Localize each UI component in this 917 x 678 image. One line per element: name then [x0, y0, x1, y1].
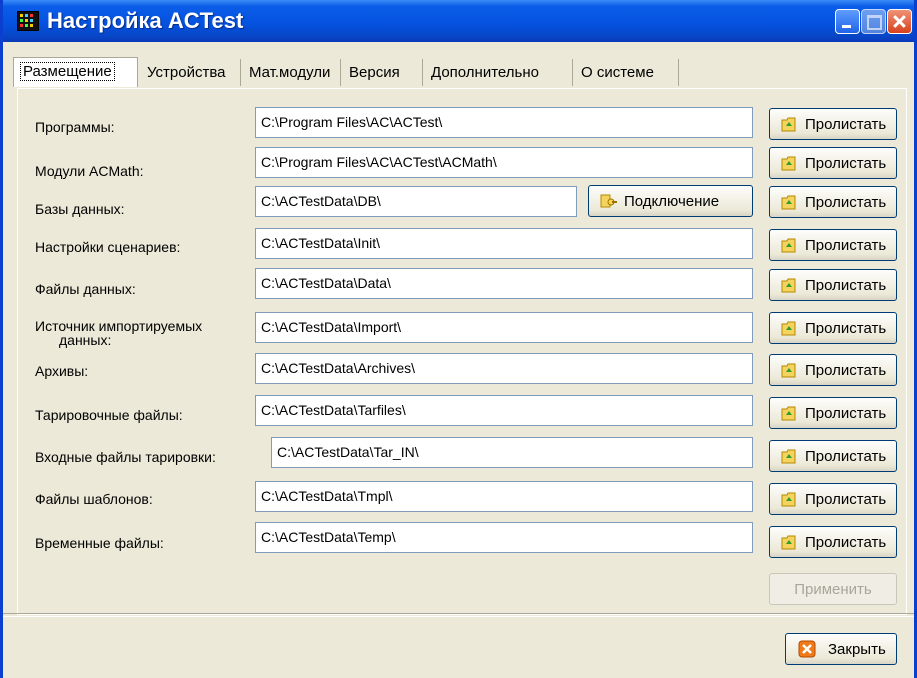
archives-path-field[interactable]: C:\ACTestData\Archives\	[255, 353, 753, 384]
tar-input-label: Входные файлы тарировки:	[35, 449, 216, 465]
programs-label: Программы:	[35, 119, 115, 135]
browse-label: Пролистать	[805, 491, 887, 508]
browse-icon	[780, 276, 798, 294]
browse-label: Пролистать	[805, 320, 887, 337]
temp-files-label: Временные файлы:	[35, 535, 164, 551]
browse-icon	[780, 193, 798, 211]
tab-advanced[interactable]: Дополнительно	[425, 59, 573, 86]
scenarios-browse-button[interactable]: Пролистать	[769, 229, 897, 261]
close-button[interactable]: Закрыть	[785, 633, 897, 665]
import-source-label-line2: данных:	[59, 332, 112, 348]
key-icon	[599, 192, 617, 210]
apply-button[interactable]: Применить	[769, 573, 897, 605]
import-path-field[interactable]: C:\ACTestData\Import\	[255, 312, 753, 343]
import-browse-button[interactable]: Пролистать	[769, 312, 897, 344]
databases-label: Базы данных:	[35, 201, 125, 217]
browse-label: Пролистать	[805, 116, 887, 133]
tar-files-browse-button[interactable]: Пролистать	[769, 397, 897, 429]
browse-icon	[780, 361, 798, 379]
tab-devices[interactable]: Устройства	[141, 59, 241, 86]
temp-files-path-field[interactable]: C:\ACTestData\Temp\	[255, 522, 753, 553]
browse-label: Пролистать	[805, 362, 887, 379]
programs-path-field[interactable]: C:\Program Files\AC\ACTest\	[255, 107, 753, 138]
browse-label: Пролистать	[805, 155, 887, 172]
browse-icon	[780, 115, 798, 133]
apply-label: Применить	[794, 581, 872, 598]
browse-label: Пролистать	[805, 277, 887, 294]
browse-icon	[780, 319, 798, 337]
minimize-button[interactable]	[835, 9, 860, 34]
window-title: Настройка ACTest	[47, 8, 244, 33]
templates-path-field[interactable]: C:\ACTestData\Tmpl\	[255, 481, 753, 512]
browse-label: Пролистать	[805, 534, 887, 551]
close-window-button[interactable]	[887, 9, 912, 34]
browse-icon	[780, 236, 798, 254]
browse-label: Пролистать	[805, 194, 887, 211]
temp-files-browse-button[interactable]: Пролистать	[769, 526, 897, 558]
browse-label: Пролистать	[805, 405, 887, 422]
acmath-browse-button[interactable]: Пролистать	[769, 147, 897, 179]
tab-math-modules[interactable]: Мат.модули	[243, 59, 341, 86]
acmath-path-field[interactable]: C:\Program Files\AC\ACTest\ACMath\	[255, 147, 753, 178]
title-bar[interactable]: Настройка ACTest	[3, 0, 914, 42]
close-label: Закрыть	[828, 641, 886, 658]
browse-icon	[780, 533, 798, 551]
tar-input-path-field[interactable]: C:\ACTestData\Tar_IN\	[271, 437, 753, 468]
data-files-path-field[interactable]: C:\ACTestData\Data\	[255, 268, 753, 299]
tar-files-path-field[interactable]: C:\ACTestData\Tarfiles\	[255, 395, 753, 426]
browse-label: Пролистать	[805, 448, 887, 465]
tab-placement[interactable]: Размещение	[13, 57, 138, 87]
maximize-button[interactable]	[861, 9, 886, 34]
templates-label: Файлы шаблонов:	[35, 491, 153, 507]
templates-browse-button[interactable]: Пролистать	[769, 483, 897, 515]
programs-browse-button[interactable]: Пролистать	[769, 108, 897, 140]
scenarios-label: Настройки сценариев:	[35, 239, 181, 255]
data-files-label: Файлы данных:	[35, 281, 136, 297]
browse-label: Пролистать	[805, 237, 887, 254]
databases-path-field[interactable]: C:\ACTestData\DB\	[255, 186, 577, 217]
tar-files-label: Тарировочные файлы:	[35, 407, 183, 423]
databases-browse-button[interactable]: Пролистать	[769, 186, 897, 218]
footer-separator	[3, 613, 914, 617]
settings-window: Настройка ACTest Размещение Устройства М…	[0, 0, 917, 678]
archives-browse-button[interactable]: Пролистать	[769, 354, 897, 386]
close-icon	[798, 640, 816, 658]
scenarios-path-field[interactable]: C:\ACTestData\Init\	[255, 228, 753, 259]
app-icon	[17, 11, 39, 31]
tab-label: Размещение	[20, 62, 115, 81]
browse-icon	[780, 447, 798, 465]
connect-label: Подключение	[624, 193, 720, 210]
archives-label: Архивы:	[35, 363, 89, 379]
tar-input-browse-button[interactable]: Пролистать	[769, 440, 897, 472]
data-files-browse-button[interactable]: Пролистать	[769, 269, 897, 301]
tab-about[interactable]: О системе	[575, 59, 679, 86]
acmath-label: Модули ACMath:	[35, 163, 144, 179]
tab-version[interactable]: Версия	[343, 59, 423, 86]
connect-button[interactable]: Подключение	[588, 185, 753, 217]
browse-icon	[780, 490, 798, 508]
browse-icon	[780, 404, 798, 422]
browse-icon	[780, 154, 798, 172]
